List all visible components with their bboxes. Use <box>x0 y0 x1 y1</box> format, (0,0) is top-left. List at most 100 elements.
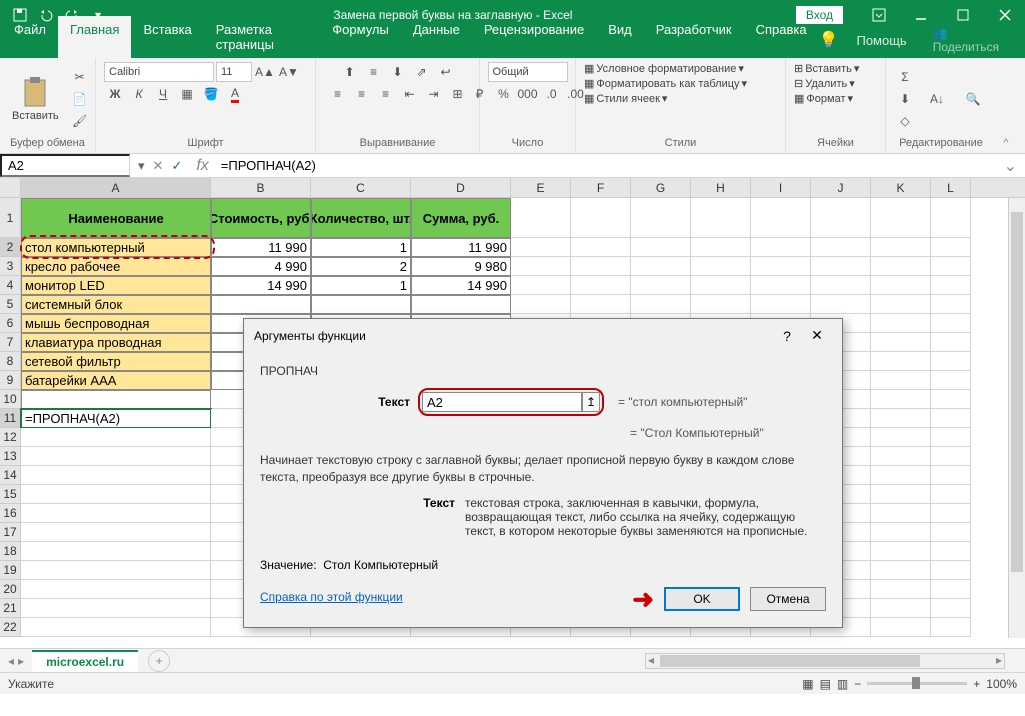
cell-L17[interactable] <box>931 523 971 542</box>
cell-A3[interactable]: кресло рабочее <box>21 257 211 276</box>
cell-E4[interactable] <box>511 276 571 295</box>
cell-K8[interactable] <box>871 352 931 371</box>
cell-G1[interactable] <box>631 198 691 238</box>
underline-icon[interactable]: Ч <box>152 84 174 104</box>
vertical-scrollbar[interactable] <box>1008 198 1025 638</box>
align-top-icon[interactable]: ⬆ <box>339 62 361 82</box>
cell-J2[interactable] <box>811 238 871 257</box>
cell-K9[interactable] <box>871 371 931 390</box>
cell-A14[interactable] <box>21 466 211 485</box>
ok-button[interactable]: OK <box>664 587 740 611</box>
row-header-2[interactable]: 2 <box>0 238 21 257</box>
align-left-icon[interactable]: ≡ <box>327 84 349 104</box>
cell-G2[interactable] <box>631 238 691 257</box>
clear-icon[interactable]: ◇ <box>894 111 916 131</box>
cell-A15[interactable] <box>21 485 211 504</box>
row-header-17[interactable]: 17 <box>0 523 21 542</box>
col-header-L[interactable]: L <box>931 178 971 197</box>
tab-разработчик[interactable]: Разработчик <box>644 16 744 58</box>
view-layout-icon[interactable]: ▤ <box>820 677 831 691</box>
orientation-icon[interactable]: ⇗ <box>411 62 433 82</box>
expand-formula-bar-icon[interactable]: ⌄ <box>996 156 1025 176</box>
horizontal-scrollbar[interactable]: ◂ ▸ <box>645 653 1005 669</box>
tell-me-icon[interactable]: 💡 <box>819 30 839 50</box>
format-painter-icon[interactable]: 🖌 <box>69 111 91 131</box>
cell-B1[interactable]: Стоимость, руб. <box>211 198 311 238</box>
copy-icon[interactable]: 📄 <box>69 89 91 109</box>
row-header-8[interactable]: 8 <box>0 352 21 371</box>
cell-G5[interactable] <box>631 295 691 314</box>
fx-icon[interactable]: fx <box>190 157 214 175</box>
cell-K6[interactable] <box>871 314 931 333</box>
col-header-G[interactable]: G <box>631 178 691 197</box>
cell-A7[interactable]: клавиатура проводная <box>21 333 211 352</box>
bold-icon[interactable]: Ж <box>104 84 126 104</box>
cell-G3[interactable] <box>631 257 691 276</box>
cell-K16[interactable] <box>871 504 931 523</box>
select-all-corner[interactable] <box>0 178 21 197</box>
row-header-6[interactable]: 6 <box>0 314 21 333</box>
row-header-4[interactable]: 4 <box>0 276 21 295</box>
cell-H2[interactable] <box>691 238 751 257</box>
cell-K12[interactable] <box>871 428 931 447</box>
cell-K21[interactable] <box>871 599 931 618</box>
row-header-21[interactable]: 21 <box>0 599 21 618</box>
cancel-button[interactable]: Отмена <box>750 587 826 611</box>
row-header-16[interactable]: 16 <box>0 504 21 523</box>
cell-styles-button[interactable]: ▦ Стили ячеек ▾ <box>584 92 667 105</box>
formula-input[interactable]: =ПРОПНАЧ(A2) <box>215 156 996 175</box>
cell-H3[interactable] <box>691 257 751 276</box>
decrease-font-icon[interactable]: A▼ <box>278 62 300 82</box>
cell-L13[interactable] <box>931 447 971 466</box>
cell-I3[interactable] <box>751 257 811 276</box>
zoom-slider[interactable] <box>867 682 967 685</box>
arg-text-input[interactable] <box>422 392 582 412</box>
row-header-20[interactable]: 20 <box>0 580 21 599</box>
view-normal-icon[interactable]: ▦ <box>802 677 813 691</box>
cell-L9[interactable] <box>931 371 971 390</box>
cell-F5[interactable] <box>571 295 631 314</box>
increase-decimal-icon[interactable]: .0 <box>541 84 563 104</box>
delete-cells-button[interactable]: ⊟ Удалить ▾ <box>794 77 855 90</box>
cell-L18[interactable] <box>931 542 971 561</box>
cell-I5[interactable] <box>751 295 811 314</box>
cell-H1[interactable] <box>691 198 751 238</box>
cell-K22[interactable] <box>871 618 931 637</box>
tab-файл[interactable]: Файл <box>2 16 58 58</box>
cell-F1[interactable] <box>571 198 631 238</box>
cancel-formula-icon[interactable]: ✕ <box>153 158 164 174</box>
cell-C2[interactable]: 1 <box>311 238 411 257</box>
col-header-F[interactable]: F <box>571 178 631 197</box>
row-header-18[interactable]: 18 <box>0 542 21 561</box>
cell-K3[interactable] <box>871 257 931 276</box>
cell-A5[interactable]: системный блок <box>21 295 211 314</box>
cell-D5[interactable] <box>411 295 511 314</box>
cell-A9[interactable]: батарейки AAA <box>21 371 211 390</box>
cell-F4[interactable] <box>571 276 631 295</box>
cell-A17[interactable] <box>21 523 211 542</box>
row-header-5[interactable]: 5 <box>0 295 21 314</box>
col-header-A[interactable]: A <box>21 178 211 197</box>
cell-A1[interactable]: Наименование <box>21 198 211 238</box>
cell-A10[interactable] <box>21 390 211 409</box>
percent-icon[interactable]: % <box>493 84 515 104</box>
cell-A12[interactable] <box>21 428 211 447</box>
row-header-9[interactable]: 9 <box>0 371 21 390</box>
cell-C4[interactable]: 1 <box>311 276 411 295</box>
cut-icon[interactable]: ✂ <box>69 67 91 87</box>
fill-color-icon[interactable]: 🪣 <box>200 84 222 104</box>
fill-down-icon[interactable]: ⬇ <box>894 89 916 109</box>
row-header-19[interactable]: 19 <box>0 561 21 580</box>
wrap-text-icon[interactable]: ↩ <box>435 62 457 82</box>
font-color-icon[interactable]: A <box>224 84 246 104</box>
row-header-7[interactable]: 7 <box>0 333 21 352</box>
row-header-10[interactable]: 10 <box>0 390 21 409</box>
cell-L10[interactable] <box>931 390 971 409</box>
cell-J1[interactable] <box>811 198 871 238</box>
cell-L7[interactable] <box>931 333 971 352</box>
align-middle-icon[interactable]: ≡ <box>363 62 385 82</box>
col-header-B[interactable]: B <box>211 178 311 197</box>
cell-K13[interactable] <box>871 447 931 466</box>
cell-B5[interactable] <box>211 295 311 314</box>
font-name-combo[interactable]: Calibri <box>104 62 214 82</box>
